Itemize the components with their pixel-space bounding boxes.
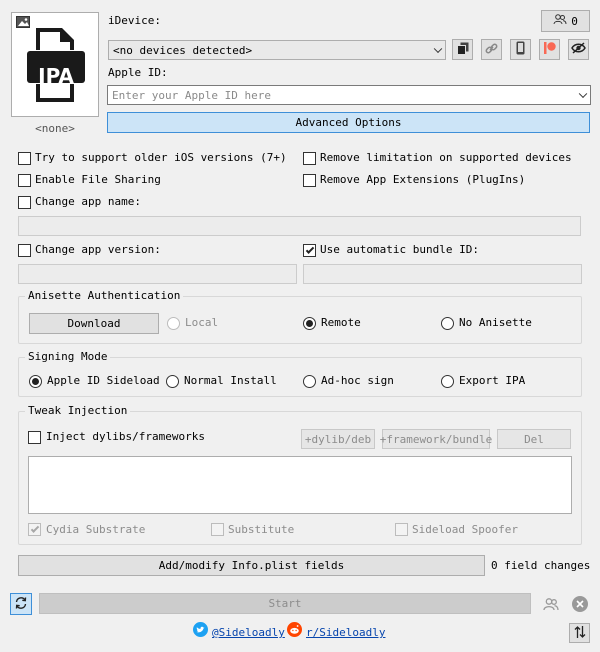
change-name-checkbox[interactable]	[18, 196, 31, 209]
older-ios-checkbox[interactable]	[18, 152, 31, 165]
refresh-icon	[14, 596, 28, 613]
sideload-spoofer-label: Sideload Spoofer	[412, 523, 518, 536]
inject-label: Inject dylibs/frameworks	[46, 430, 205, 443]
normal-install-label: Normal Install	[184, 374, 277, 387]
ipa-file-caption: <none>	[35, 122, 75, 135]
ipa-file-label: IPA	[38, 64, 74, 88]
add-dylib-button[interactable]: +dylib/deb	[301, 429, 375, 449]
normal-install-radio[interactable]	[166, 375, 179, 388]
eye-off-icon	[571, 42, 586, 57]
users-icon	[553, 14, 567, 28]
apple-id-sideload-label: Apple ID Sideload	[47, 374, 160, 387]
phone-icon	[516, 41, 525, 58]
link-icon	[485, 42, 498, 58]
anisette-none-label: No Anisette	[459, 316, 532, 329]
device-select-value: <no devices detected>	[113, 43, 253, 57]
info-plist-label: Add/modify Info.plist fields	[158, 559, 345, 572]
checkmark-icon	[30, 523, 39, 533]
ipa-file-drop-area[interactable]: IPA	[11, 12, 99, 117]
apple-id-placeholder: Enter your Apple ID here	[112, 88, 271, 102]
chevron-down-icon	[578, 89, 588, 99]
account-count-button[interactable]: 0	[541, 10, 590, 32]
app-version-input[interactable]	[18, 264, 297, 284]
cydia-substrate-checkbox[interactable]	[28, 523, 41, 536]
sideload-spoofer-checkbox[interactable]	[395, 523, 408, 536]
advanced-options-label: Advanced Options	[295, 116, 402, 129]
apple-id-sideload-radio[interactable]	[29, 375, 42, 388]
anisette-local-radio[interactable]	[167, 317, 180, 330]
remove-extensions-checkbox[interactable]	[303, 174, 316, 187]
change-version-label: Change app version:	[35, 243, 161, 256]
auto-bundle-checkbox[interactable]	[303, 244, 316, 257]
apple-id-label: Apple ID:	[108, 66, 168, 79]
export-ipa-radio[interactable]	[441, 375, 454, 388]
device-info-button[interactable]	[452, 39, 473, 60]
remove-extensions-label: Remove App Extensions (PlugIns)	[320, 173, 526, 186]
anisette-none-radio[interactable]	[441, 317, 454, 330]
start-label: Start	[268, 597, 302, 610]
substitute-checkbox[interactable]	[211, 523, 224, 536]
apple-id-input[interactable]: Enter your Apple ID here	[107, 85, 591, 105]
patreon-button[interactable]	[539, 39, 560, 60]
inject-checkbox[interactable]	[28, 431, 41, 444]
anisette-remote-radio[interactable]	[303, 317, 316, 330]
info-plist-button[interactable]: Add/modify Info.plist fields	[18, 555, 485, 576]
file-sharing-label: Enable File Sharing	[35, 173, 161, 186]
copy-icon	[456, 42, 469, 58]
device-button[interactable]	[510, 39, 531, 60]
add-framework-label: +framework/bundle	[379, 432, 493, 446]
reddit-link[interactable]: r/Sideloadly	[306, 626, 385, 640]
substitute-label: Substitute	[228, 523, 295, 536]
adhoc-sign-label: Ad-hoc sign	[321, 374, 394, 387]
account-count: 0	[571, 14, 578, 28]
patreon-icon	[543, 42, 556, 57]
remove-limitation-label: Remove limitation on supported devices	[320, 151, 572, 164]
older-ios-label: Try to support older iOS versions (7+)	[35, 151, 287, 164]
wifi-link-button[interactable]	[481, 39, 502, 60]
advanced-options-button[interactable]: Advanced Options	[107, 112, 590, 133]
idevice-label: iDevice:	[108, 14, 161, 27]
remove-limitation-checkbox[interactable]	[303, 152, 316, 165]
add-dylib-label: +dylib/deb	[304, 432, 372, 446]
chevron-down-icon	[433, 44, 443, 54]
radio-selected-dot	[32, 378, 39, 385]
change-name-label: Change app name:	[35, 195, 141, 208]
change-version-checkbox[interactable]	[18, 244, 31, 257]
adhoc-sign-radio[interactable]	[303, 375, 316, 388]
tweak-list[interactable]	[28, 456, 572, 514]
close-icon[interactable]	[570, 594, 590, 614]
tweak-title: Tweak Injection	[25, 404, 131, 418]
radio-selected-dot	[306, 320, 313, 327]
anisette-download-button[interactable]: Download	[29, 313, 159, 334]
add-framework-button[interactable]: +framework/bundle	[379, 429, 493, 449]
swap-vertical-icon	[574, 625, 586, 642]
refresh-button[interactable]	[10, 593, 32, 615]
app-name-input[interactable]	[18, 216, 581, 236]
checkmark-icon	[305, 244, 314, 254]
twitter-icon	[193, 622, 208, 640]
delete-tweak-button[interactable]: Del	[497, 429, 571, 449]
reddit-icon	[287, 622, 302, 640]
bundle-id-input[interactable]	[303, 264, 582, 284]
anisette-remote-label: Remote	[321, 316, 361, 329]
cydia-substrate-label: Cydia Substrate	[46, 523, 146, 536]
twitter-link[interactable]: @Sideloadly	[212, 626, 285, 640]
file-sharing-checkbox[interactable]	[18, 174, 31, 187]
sort-toggle-button[interactable]	[569, 623, 590, 643]
device-select[interactable]: <no devices detected>	[108, 40, 446, 60]
users-icon	[541, 594, 561, 614]
anisette-title: Anisette Authentication	[25, 289, 184, 303]
auto-bundle-label: Use automatic bundle ID:	[320, 243, 479, 256]
signing-title: Signing Mode	[25, 350, 111, 364]
start-button[interactable]: Start	[39, 593, 531, 614]
anisette-local-label: Local	[185, 316, 219, 329]
download-label: Download	[67, 317, 121, 330]
toggle-visibility-button[interactable]	[568, 39, 589, 60]
field-changes-count: 0 field changes	[491, 559, 591, 572]
delete-label: Del	[524, 432, 544, 446]
export-ipa-label: Export IPA	[459, 374, 526, 387]
